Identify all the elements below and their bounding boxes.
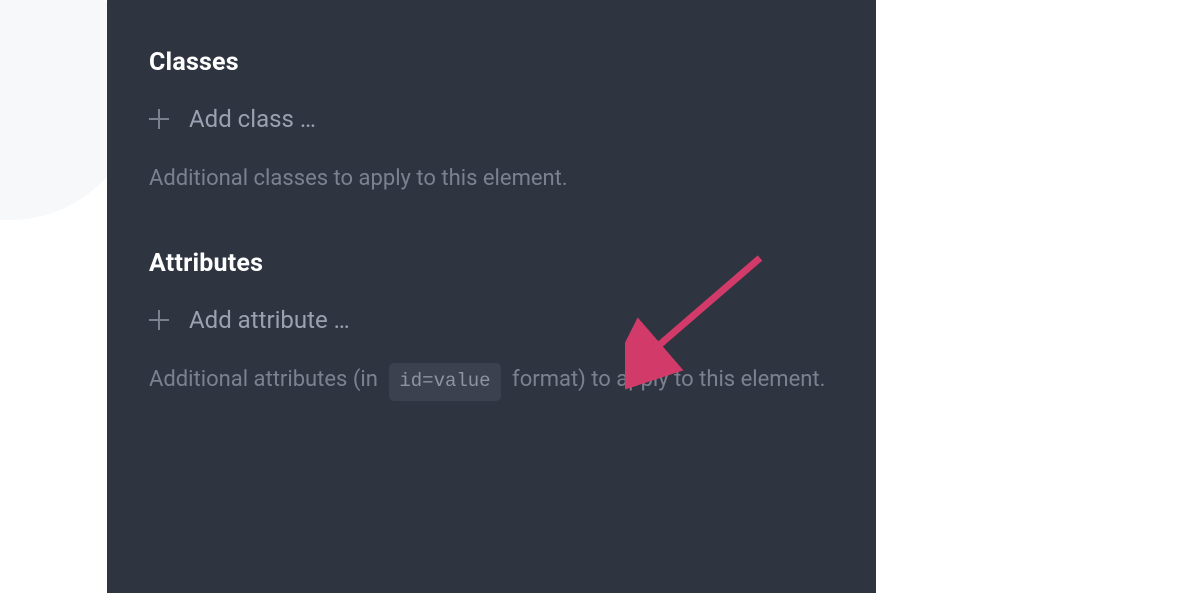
plus-icon [149, 310, 169, 330]
attributes-section: Attributes Add attribute … Additional at… [149, 249, 834, 400]
attributes-help-before: Additional attributes (in [149, 367, 378, 392]
plus-icon [149, 109, 169, 129]
classes-section: Classes Add class … Additional classes t… [149, 48, 834, 197]
attributes-help-text: Additional attributes (in id=value forma… [149, 362, 834, 400]
attributes-help-after: format) to apply to this element. [512, 367, 825, 392]
add-class-label: Add class … [189, 105, 316, 133]
add-attribute-label: Add attribute … [189, 306, 350, 334]
attributes-help-code: id=value [389, 363, 500, 400]
add-class-button[interactable]: Add class … [149, 105, 834, 133]
add-attribute-button[interactable]: Add attribute … [149, 306, 834, 334]
classes-help-text: Additional classes to apply to this elem… [149, 161, 834, 197]
attributes-heading: Attributes [149, 249, 834, 278]
properties-panel: Classes Add class … Additional classes t… [107, 0, 876, 593]
classes-heading: Classes [149, 48, 834, 77]
